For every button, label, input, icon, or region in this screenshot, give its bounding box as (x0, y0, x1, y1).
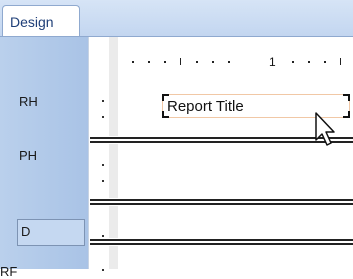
ruler-dot (102, 164, 104, 166)
ruler-tick (196, 61, 198, 63)
ruler-tick (180, 58, 181, 65)
band-label-detail-selected[interactable]: D (17, 219, 85, 246)
band-label-detail: D (21, 224, 31, 239)
ruler-tick (324, 61, 326, 63)
horizontal-ruler: 1 (118, 47, 353, 77)
tab-design-label: Design (10, 14, 54, 30)
ruler-dot (102, 100, 104, 102)
ruler-tick (212, 61, 214, 63)
mouse-pointer-icon (315, 112, 335, 146)
ruler-tick (132, 61, 134, 63)
ruler-dot (102, 235, 104, 237)
vertical-ruler (88, 37, 109, 271)
ruler-dot (102, 180, 104, 182)
band-label-report-header[interactable]: RH (19, 94, 38, 109)
ruler-tick (164, 61, 166, 63)
tab-design[interactable]: Design (2, 5, 80, 36)
ruler-dot (102, 116, 104, 118)
band-label-report-footer[interactable]: RF (0, 264, 17, 279)
ruler-dot (102, 269, 104, 271)
resize-handle-bottom-right[interactable] (343, 111, 350, 118)
ruler-tick (308, 61, 310, 63)
report-title-text: Report Title (167, 98, 244, 115)
resize-handle-top-right[interactable] (343, 94, 350, 101)
ruler-tick (228, 61, 230, 63)
ruler-tick (340, 58, 341, 65)
band-separator-page-header[interactable] (90, 198, 353, 206)
resize-handle-bottom-left[interactable] (162, 111, 169, 118)
resize-handle-top-left[interactable] (162, 94, 169, 101)
band-separator-detail[interactable] (90, 238, 353, 246)
band-label-page-header[interactable]: PH (19, 148, 37, 163)
ruler-tick (148, 61, 150, 63)
ruler-tick (292, 61, 294, 63)
ruler-marker-one: 1 (269, 55, 276, 69)
